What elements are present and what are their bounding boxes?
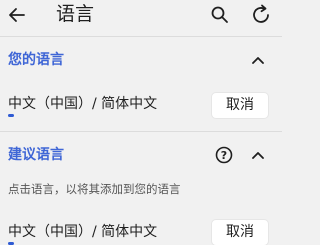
svg-text:?: ? [221, 149, 227, 162]
section-divider [0, 131, 282, 132]
language-item-label[interactable]: 中文（中国）/ 简体中文 [8, 94, 157, 114]
chevron-up-icon[interactable] [251, 150, 265, 160]
refresh-icon[interactable] [250, 4, 272, 26]
chevron-up-icon[interactable] [251, 55, 265, 65]
help-icon[interactable]: ? [215, 146, 233, 164]
suggested-languages-title: 建议语言 [8, 147, 64, 163]
back-arrow-icon[interactable] [8, 6, 26, 24]
drag-handle[interactable] [8, 114, 14, 117]
cancel-button[interactable]: 取消 [212, 220, 268, 245]
app-bar: 语言 [0, 0, 282, 32]
your-languages-title: 您的语言 [8, 52, 64, 68]
search-icon[interactable] [210, 5, 230, 25]
cancel-button[interactable]: 取消 [212, 93, 268, 118]
suggestion-hint: 点击语言，以将其添加到您的语言 [8, 182, 181, 196]
language-item-label[interactable]: 中文（中国）/ 简体中文 [8, 222, 157, 242]
page-title: 语言 [56, 3, 95, 25]
language-settings-screen: 语言 您的语言 中文（中国）/ 简体中文 取消 建议语言 ? 点击语言，以将其添… [0, 0, 282, 245]
header-divider [0, 36, 282, 37]
